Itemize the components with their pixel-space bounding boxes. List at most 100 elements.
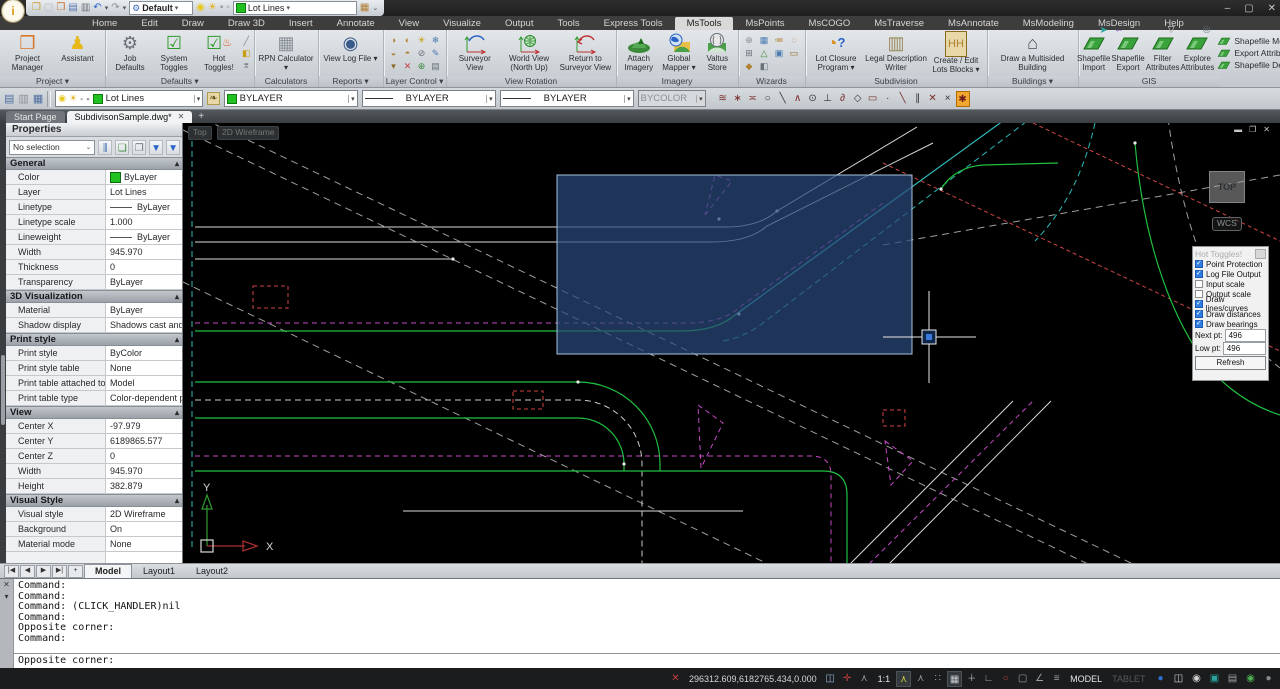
model-space-toggle[interactable]: MODEL bbox=[1066, 674, 1106, 684]
workspace-combo[interactable]: ⚙ Default ▾ bbox=[129, 1, 193, 15]
prop-row-transparency[interactable]: TransparencyByLayer bbox=[6, 275, 183, 290]
view-log-file-button[interactable]: ◉ View Log File ▾ bbox=[322, 31, 380, 75]
group-label-layer-control[interactable]: Layer Control ▾ bbox=[384, 76, 446, 87]
layer-lock-icon[interactable]: ⊘ bbox=[415, 47, 429, 60]
layer-list-icon[interactable]: ▤ bbox=[429, 60, 443, 73]
shapefile-export-button[interactable]: ← Shapefile Export bbox=[1111, 31, 1144, 75]
prop-row-print-table-attached[interactable]: Print table attached toModel bbox=[6, 376, 183, 391]
group-label-reports[interactable]: Reports ▾ bbox=[319, 76, 383, 87]
layer-previous-button[interactable]: ❧ bbox=[207, 92, 219, 105]
new-tab-button[interactable]: + bbox=[198, 111, 204, 123]
tab-start-page[interactable]: Start Page bbox=[6, 111, 65, 123]
prop-row-color[interactable]: ColorByLayer bbox=[6, 170, 183, 185]
line-defaults-icon[interactable]: ╱ bbox=[242, 36, 251, 47]
prop-row-lineweight[interactable]: LineweightByLayer bbox=[6, 230, 183, 245]
snap-nearest-icon[interactable]: ╲ bbox=[896, 91, 910, 107]
checkbox-unchecked-icon[interactable] bbox=[1195, 290, 1203, 298]
tab-mstools[interactable]: MsTools bbox=[675, 17, 734, 30]
viewport-view-control[interactable]: Top bbox=[188, 126, 212, 140]
assistant-button[interactable]: ♟ Assistant bbox=[53, 31, 102, 75]
tab-layout2[interactable]: Layout2 bbox=[186, 565, 238, 578]
prop-row-layer[interactable]: LayerLot Lines bbox=[6, 185, 183, 200]
wizard-sheet-icon[interactable]: ▭ bbox=[787, 47, 802, 60]
toggle-draw-lines-curves[interactable]: Draw lines/curves bbox=[1195, 299, 1266, 309]
return-surveyor-view-button[interactable]: Return to Surveyor View bbox=[558, 31, 612, 75]
group-label-defaults[interactable]: Defaults ▾ bbox=[106, 76, 254, 87]
monitor-icon[interactable]: ▣ bbox=[1207, 671, 1222, 687]
help-sphere-icon[interactable]: ● bbox=[1153, 671, 1168, 687]
valtus-store-button[interactable]: Valtus Store bbox=[700, 31, 734, 75]
layer-isolate-icon[interactable]: ◒ bbox=[387, 47, 401, 60]
toggle-draw-bearings[interactable]: Draw bearings bbox=[1195, 319, 1266, 329]
prop-row-background[interactable]: BackgroundOn bbox=[6, 522, 183, 537]
filter-attributes-button[interactable]: ▽ Filter Attributes bbox=[1146, 31, 1180, 75]
filter-edit-icon[interactable]: ▼ bbox=[166, 140, 180, 155]
add-layout-button[interactable]: + bbox=[68, 565, 83, 578]
create-edit-lots-button[interactable]: HH Create / Edit Lots Blocks ▾ bbox=[928, 31, 983, 75]
last-tab-button[interactable]: ▶| bbox=[52, 565, 67, 578]
tab-annotate[interactable]: Annotate bbox=[325, 17, 387, 30]
new-file-icon[interactable]: ▢ bbox=[44, 1, 53, 15]
doc-close-icon[interactable]: ✕ bbox=[1263, 125, 1270, 134]
section-view[interactable]: View▴ bbox=[6, 406, 183, 419]
job-defaults-button[interactable]: ⚙ Job Defaults bbox=[109, 31, 151, 75]
snap-mode-icon[interactable]: ∔ bbox=[964, 671, 979, 687]
hot-toggles-button[interactable]: ☑♨ Hot Toggles! bbox=[197, 31, 241, 75]
tab-view[interactable]: View bbox=[387, 17, 431, 30]
checkbox-checked-icon[interactable] bbox=[1195, 320, 1203, 328]
snap-endpoint-icon[interactable]: ○ bbox=[761, 91, 775, 107]
palette-scrollbar-thumb[interactable] bbox=[1, 355, 5, 425]
checkbox-unchecked-icon[interactable] bbox=[1195, 280, 1203, 288]
grid-dots-icon[interactable]: ∷ bbox=[930, 671, 945, 687]
next-tab-button[interactable]: ▶ bbox=[36, 565, 51, 578]
draworder-icon[interactable]: ▤ bbox=[4, 92, 14, 105]
qat-overflow-icon[interactable]: ⌄ bbox=[372, 4, 378, 12]
selection-combo[interactable]: No selection⌄ bbox=[9, 140, 95, 155]
surveyor-view-button[interactable]: Surveyor View bbox=[450, 31, 500, 75]
tab-insert[interactable]: Insert bbox=[277, 17, 325, 30]
wizard-pick-icon[interactable]: ⊕ bbox=[742, 34, 757, 47]
export-attribute-table-button[interactable]: Export Attribute Table bbox=[1217, 48, 1280, 58]
group-label-wizards[interactable]: Wizards bbox=[739, 76, 805, 87]
dynamic-ucs-icon[interactable]: ⋏ bbox=[896, 671, 911, 687]
toggle-input-scale[interactable]: Input scale bbox=[1195, 279, 1266, 289]
group-label-view-rotation[interactable]: View Rotation bbox=[447, 76, 616, 87]
import-icon[interactable]: ❒ bbox=[56, 1, 65, 15]
tab-drawing[interactable]: SubdivisonSample.dwg* ✕ bbox=[67, 111, 193, 123]
sun-icon[interactable]: ☀ bbox=[208, 1, 217, 15]
refresh-button[interactable]: Refresh bbox=[1195, 356, 1266, 370]
snap-settings-icon[interactable]: ≋ bbox=[716, 91, 730, 107]
tablet-toggle[interactable]: TABLET bbox=[1108, 674, 1149, 684]
layer-thaw-icon[interactable]: ☀ bbox=[415, 34, 429, 47]
multisided-building-button[interactable]: ⌂ Draw a Multisided Building bbox=[991, 31, 1075, 75]
system-toggles-button[interactable]: ☑ System Toggles bbox=[152, 31, 196, 75]
group-label-project[interactable]: Project ▾ bbox=[0, 76, 105, 87]
wcs-label[interactable]: WCS bbox=[1212, 217, 1242, 231]
doc-minimize-icon[interactable]: ▬ bbox=[1234, 125, 1242, 134]
layer-combo[interactable]: ◉ ☀ ▪ ▪ Lot Lines ▾ bbox=[55, 90, 203, 107]
ucs-icon-toggle[interactable]: ⋏ bbox=[913, 671, 928, 687]
snap-tracking-icon[interactable]: ≍ bbox=[746, 91, 760, 107]
first-tab-button[interactable]: |◀ bbox=[4, 565, 19, 578]
prop-row-width[interactable]: Width945.970 bbox=[6, 245, 183, 260]
layer-state-icon[interactable]: ▪ bbox=[220, 1, 224, 15]
group-label-subdivision[interactable]: Subdivision bbox=[806, 76, 987, 87]
draworder-front-icon[interactable]: ▦ bbox=[33, 92, 43, 105]
prop-row-material-mode[interactable]: Material modeNone bbox=[6, 537, 183, 552]
section-visual-style[interactable]: Visual Style▴ bbox=[6, 494, 183, 507]
tab-tools[interactable]: Tools bbox=[545, 17, 591, 30]
doc-restore-icon[interactable]: ❐ bbox=[1249, 125, 1256, 134]
layer-off-icon[interactable]: ◐ bbox=[401, 34, 415, 47]
layer-defaults-icon[interactable]: ◧ bbox=[242, 48, 251, 59]
layer-edit-icon[interactable]: ✎ bbox=[429, 47, 443, 60]
toggle-pickadd-icon[interactable]: ⫼ bbox=[98, 140, 112, 155]
prop-row-clipped[interactable] bbox=[6, 552, 183, 563]
snap-center-icon[interactable]: ⊙ bbox=[806, 91, 820, 107]
polar-tracking-icon[interactable]: ○ bbox=[998, 671, 1013, 687]
snap-intersection-icon[interactable]: ∧ bbox=[791, 91, 805, 107]
lineweight-combo[interactable]: BYLAYER ▾ bbox=[500, 90, 634, 107]
section-print-style[interactable]: Print style▴ bbox=[6, 333, 183, 346]
filter-blue-icon[interactable]: ▼ bbox=[149, 140, 163, 155]
layer-freeze-icon[interactable]: ❄ bbox=[429, 34, 443, 47]
maximize-button[interactable]: ▢ bbox=[1244, 3, 1253, 14]
